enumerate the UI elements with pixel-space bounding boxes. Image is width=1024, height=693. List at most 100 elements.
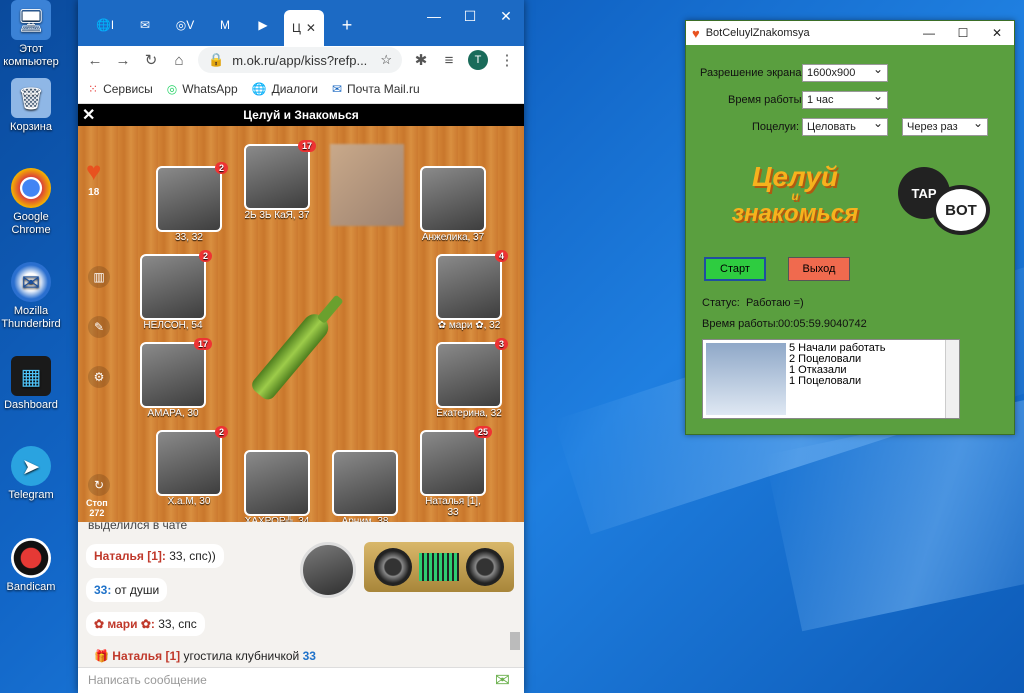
desktop-icon-label: Этот компьютер xyxy=(3,43,59,68)
player-seat[interactable]: 2 Х.а.М, 30 xyxy=(156,426,228,507)
worktime-select[interactable]: 1 час xyxy=(802,89,888,109)
dj-avatar[interactable] xyxy=(300,542,356,598)
desktop-icon-label: Telegram xyxy=(8,489,54,501)
desktop-icon-bandicam[interactable]: Bandicam xyxy=(0,538,62,594)
computer-icon: 🖥 xyxy=(11,0,51,40)
player-seat[interactable]: 17 2Ь 3Ь КаЯ, 37 xyxy=(244,140,316,221)
desktop-icon-this-pc[interactable]: 🖥 Этот компьютер xyxy=(0,0,62,69)
player-avatar xyxy=(420,166,486,232)
music-player[interactable] xyxy=(364,542,514,592)
tab-1[interactable]: 🌐 l xyxy=(86,10,124,40)
maximize-icon[interactable]: ☐ xyxy=(452,0,488,32)
tab-mail[interactable]: ✉ xyxy=(126,10,164,40)
bookmark-dialogs[interactable]: 🌐 Диалоги xyxy=(252,82,318,96)
speaker-icon xyxy=(373,548,412,586)
chat-scrollbar[interactable] xyxy=(510,632,520,650)
desktop-icon-chrome[interactable]: Google Chrome xyxy=(0,168,62,237)
brush-icon[interactable]: ✎ xyxy=(88,316,110,338)
player-avatar: 2 xyxy=(140,250,212,320)
resolution-select[interactable]: 1600x900 xyxy=(802,62,888,82)
mail-icon: ✉ xyxy=(139,18,151,32)
back-icon[interactable]: ← xyxy=(86,52,104,69)
profile-avatar[interactable]: T xyxy=(468,50,488,70)
refresh-icon[interactable]: ↻ xyxy=(88,474,110,496)
bot-window: ♥ BotCeluylZnakomsya — ☐ ✕ Разрешение эк… xyxy=(685,20,1015,435)
player-avatar: 4 xyxy=(436,250,508,320)
home-icon[interactable]: ⌂ xyxy=(170,52,188,69)
message-input[interactable]: Написать сообщение ✉ xyxy=(78,667,524,693)
log-redacted xyxy=(706,343,786,415)
star-icon[interactable]: ☆ xyxy=(380,52,392,68)
close-icon[interactable]: ✕ xyxy=(306,21,316,35)
equalizer-icon xyxy=(418,553,459,581)
tap-bot-logo: TAP BOT xyxy=(898,167,994,263)
start-button[interactable]: Старт xyxy=(704,257,766,281)
player-seat[interactable]: ХАХРОР╬, 34 xyxy=(244,450,310,527)
chat-panel: выделился в чате Наталья [1]: 33, спс)) … xyxy=(78,518,524,693)
log-scrollbar[interactable] xyxy=(945,340,959,418)
resolution-label: Разрешение экрана: xyxy=(700,67,805,79)
player-seat[interactable]: 17 АМАРА, 30 xyxy=(140,338,212,419)
exit-button[interactable]: Выход xyxy=(788,257,850,281)
close-icon[interactable]: ✕ xyxy=(82,105,95,125)
stop-counter[interactable]: Стоп 272 xyxy=(86,498,108,518)
whatsapp-icon: ◎ xyxy=(175,18,187,32)
bookmark-services[interactable]: ⁙ Сервисы xyxy=(88,82,153,96)
desktop-icon-telegram[interactable]: ➤ Telegram xyxy=(0,446,62,502)
player-seat[interactable]: 2 НЕЛСОН, 54 xyxy=(140,250,212,331)
new-tab-button[interactable]: + xyxy=(328,10,366,40)
tab-whatsapp[interactable]: ◎ V xyxy=(166,10,204,40)
player-seat[interactable]: Арним, 38 xyxy=(332,450,398,527)
player-seat[interactable]: 4 ✿ мари ✿, 32 xyxy=(436,250,508,331)
tab-active[interactable]: Ц ✕ xyxy=(284,10,324,46)
status-value: Работаю =) xyxy=(746,297,804,309)
media-icon[interactable]: ≡ xyxy=(440,52,458,69)
player-seat[interactable]: 2 33, 32 xyxy=(156,162,228,243)
game-logo: Целуй и знакомься xyxy=(731,161,859,227)
kiss-select[interactable]: Целовать xyxy=(802,116,888,136)
player-avatar: 2 xyxy=(156,162,228,232)
forward-icon[interactable]: → xyxy=(114,52,132,69)
stats-icon[interactable]: ▥ xyxy=(88,266,110,288)
minimize-icon[interactable]: — xyxy=(416,0,452,32)
desktop-icon-thunderbird[interactable]: ✉ Mozilla Thunderbird xyxy=(0,262,62,331)
extensions-icon[interactable]: ✱ xyxy=(412,51,430,69)
browser-window: 🌐 l ✉ ◎ V M ▶ Ц ✕ + — ☐ ✕ ← → ↻ ⌂ 🔒 m.ok.ru… xyxy=(78,0,524,693)
reload-icon[interactable]: ↻ xyxy=(142,51,160,69)
worktime-label: Время работы: xyxy=(728,94,805,106)
maximize-icon[interactable]: ☐ xyxy=(946,21,980,45)
menu-icon[interactable]: ⋮ xyxy=(498,51,516,69)
desktop-icon-label: Корзина xyxy=(10,121,52,133)
mail-icon: ✉ xyxy=(331,81,343,96)
heart-icon: ♥ xyxy=(86,156,102,186)
lock-icon: 🔒 xyxy=(208,52,225,67)
envelope-icon[interactable]: ✉ xyxy=(495,670,510,691)
bookmark-whatsapp[interactable]: ◎ WhatsApp xyxy=(167,82,238,96)
kiss-label: Поцелуи: xyxy=(752,121,800,133)
globe-icon: 🌐 xyxy=(96,18,112,32)
chrome-icon xyxy=(11,168,51,208)
kiss-mode-select[interactable]: Через раз xyxy=(902,116,988,136)
bookmark-mail[interactable]: ✉ Почта Mail.ru xyxy=(332,82,420,96)
telegram-icon: ➤ xyxy=(11,446,51,486)
tab-m[interactable]: M xyxy=(206,10,244,40)
heart-icon: ♥ xyxy=(692,25,700,41)
player-avatar: 25 xyxy=(420,426,492,496)
url-field[interactable]: 🔒 m.ok.ru/app/kiss?refp... ☆ xyxy=(198,47,402,73)
hearts-counter[interactable]: ♥ 18 xyxy=(86,156,101,198)
bookmarks-bar: ⁙ Сервисы ◎ WhatsApp 🌐 Диалоги ✉ Почта Mail.… xyxy=(78,74,524,104)
play-icon: ▶ xyxy=(258,18,268,32)
tab-player[interactable]: ▶ xyxy=(244,10,282,40)
desktop-icon-dashboard[interactable]: ▦ Dashboard xyxy=(0,356,62,412)
settings-icon[interactable]: ⚙ xyxy=(88,366,110,388)
player-seat[interactable]: 3 Екатерина, 32 xyxy=(436,338,508,419)
desktop-icon-recycle-bin[interactable]: 🗑 Корзина xyxy=(0,78,62,134)
player-seat[interactable]: 25 Наталья [1], 33 xyxy=(420,426,492,518)
bottle-icon xyxy=(248,309,334,403)
close-icon[interactable]: ✕ xyxy=(980,21,1014,45)
status-label: Статус: xyxy=(702,297,740,309)
player-seat[interactable]: Анжелика, 37 xyxy=(420,166,486,243)
minimize-icon[interactable]: — xyxy=(912,21,946,45)
close-icon[interactable]: ✕ xyxy=(488,0,524,32)
chat-message: 🎁 Наталья [1] угостила клубничкой 33 xyxy=(94,649,316,663)
